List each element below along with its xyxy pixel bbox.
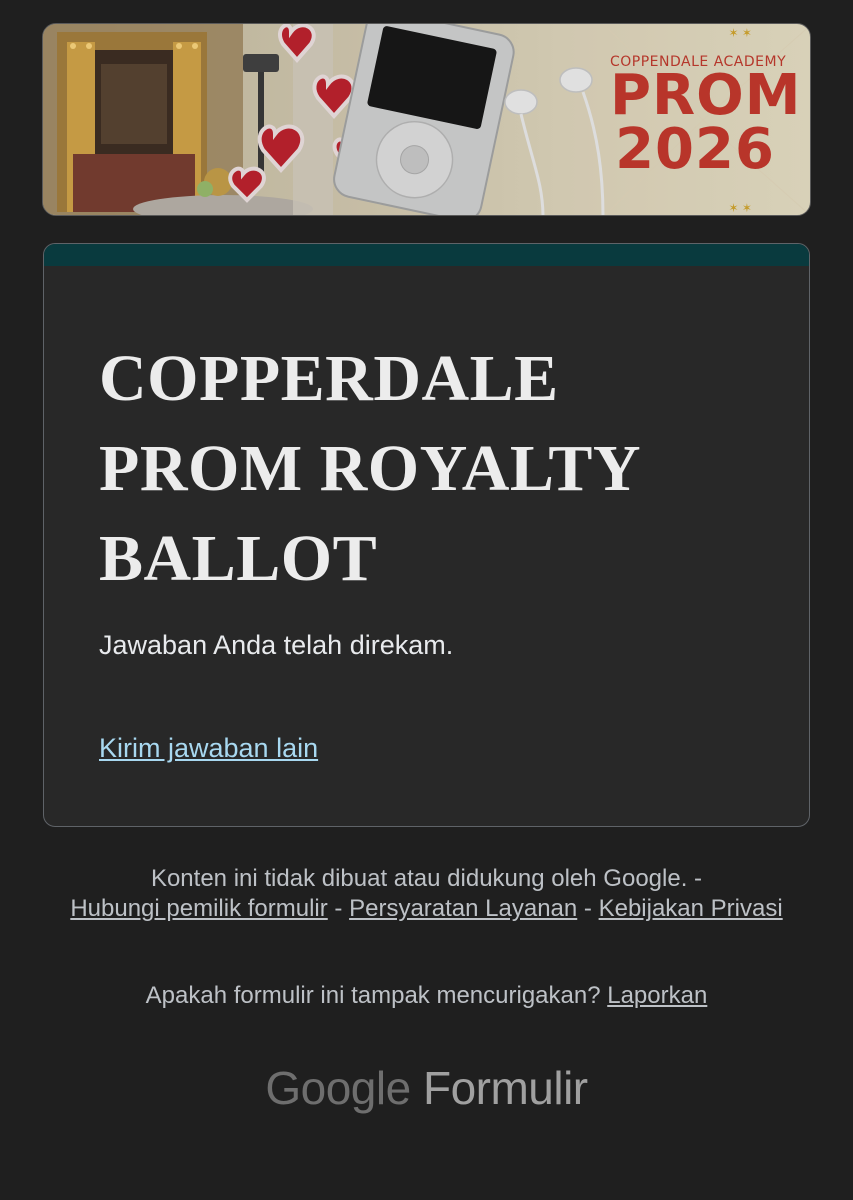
footer-disclaimer: Konten ini tidak dibuat atau didukung ol… <box>60 864 793 924</box>
google-wordmark: Google <box>265 1062 411 1114</box>
star-icon: ✶ ✶ <box>728 201 752 215</box>
card-accent-bar <box>44 244 809 266</box>
form-title: COPPERDALE PROM ROYALTY BALLOT <box>99 342 639 595</box>
banner-prom-text: PROM <box>610 63 802 128</box>
separator: - <box>334 895 343 922</box>
separator: - <box>694 865 703 892</box>
confirmation-card: COPPERDALE PROM ROYALTY BALLOT Jawaban A… <box>43 243 810 827</box>
star-icon: ✶ ✶ <box>728 26 752 40</box>
suspicious-question: Apakah formulir ini tampak mencurigakan? <box>145 982 601 1009</box>
report-row: Apakah formulir ini tampak mencurigakan?… <box>60 981 793 1011</box>
banner-prom-logo: COPPENDALE ACADEMY PROM 2026 <box>610 54 802 182</box>
submit-another-response-link[interactable]: Kirim jawaban lain <box>99 733 318 764</box>
privacy-policy-link[interactable]: Kebijakan Privasi <box>599 895 783 922</box>
form-confirmation-page: ✶ ✶ ✶ ✶ COPPENDALE ACADEMY PROM 2026 COP… <box>0 0 853 1200</box>
response-recorded-message: Jawaban Anda telah direkam. <box>99 630 454 660</box>
forms-wordmark: Formulir <box>422 1062 588 1114</box>
google-forms-logo[interactable]: Google Formulir <box>0 1058 853 1118</box>
banner-year-text: 2026 <box>615 117 775 182</box>
disclaimer-text: Konten ini tidak dibuat atau didukung ol… <box>150 865 688 892</box>
contact-owner-link[interactable]: Hubungi pemilik formulir <box>70 895 327 922</box>
terms-of-service-link[interactable]: Persyaratan Layanan <box>349 895 577 922</box>
report-link[interactable]: Laporkan <box>607 982 707 1009</box>
header-banner-image: ✶ ✶ ✶ ✶ COPPENDALE ACADEMY PROM 2026 <box>42 23 811 216</box>
separator: - <box>583 895 592 922</box>
